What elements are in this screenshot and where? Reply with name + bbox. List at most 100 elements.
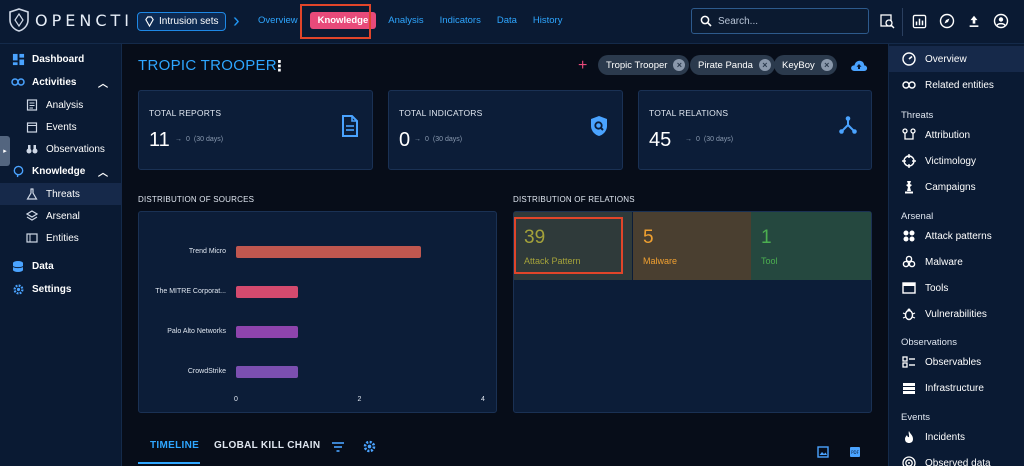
fire-icon: [901, 429, 917, 445]
alias-label: Tropic Trooper: [606, 59, 668, 71]
tab-overview[interactable]: Overview: [250, 12, 306, 29]
search-history-icon[interactable]: [877, 11, 897, 31]
search-icon: [700, 15, 712, 27]
chevron-up-icon[interactable]: ︿: [98, 164, 108, 179]
rnav-item-observed-data[interactable]: Observed data: [889, 450, 1024, 466]
report-icon: [341, 115, 359, 137]
sidebar-item-entities[interactable]: Entities: [0, 227, 122, 249]
tab-analysis[interactable]: Analysis: [380, 12, 431, 29]
rnav-item-attribution[interactable]: Attribution: [889, 122, 1024, 148]
diamond-icon: [145, 16, 154, 27]
bar-category-label: Palo Alto Networks: [167, 328, 226, 335]
rnav-item-vulnerabilities[interactable]: Vulnerabilities: [889, 301, 1024, 327]
add-alias-icon[interactable]: +: [578, 57, 587, 75]
remove-alias-icon[interactable]: ×: [820, 59, 833, 71]
page-title: TROPIC TROOPER: [138, 57, 277, 74]
analysis-icon: [25, 98, 39, 112]
account-icon[interactable]: [991, 11, 1011, 31]
sidebar-item-analysis[interactable]: Analysis: [0, 94, 122, 116]
sidebar-item-label: Entities: [46, 232, 79, 244]
rnav-label: Attack patterns: [925, 230, 992, 242]
indicator-shield-icon: [589, 115, 609, 137]
stat-label: TOTAL INDICATORS: [399, 108, 483, 118]
rnav-item-related-entities[interactable]: Related entities: [889, 72, 1024, 98]
entity-type-chip[interactable]: Intrusion sets: [137, 12, 227, 31]
dashboard-chart-icon[interactable]: [909, 11, 929, 31]
stat-value: 11: [149, 129, 170, 151]
tab-history[interactable]: History: [525, 12, 571, 29]
export-image-icon[interactable]: [817, 446, 829, 458]
logo[interactable]: OPENCTI: [8, 8, 133, 32]
tab-data[interactable]: Data: [489, 12, 525, 29]
sidebar-item-label: Activities: [32, 76, 77, 88]
gear-icon: [11, 282, 25, 296]
alias-label: Pirate Panda: [698, 59, 753, 71]
sidebar-item-data[interactable]: Data: [0, 255, 122, 277]
bar[interactable]: [236, 326, 298, 338]
rnav-item-incidents[interactable]: Incidents: [889, 424, 1024, 450]
sidebar-item-arsenal[interactable]: Arsenal: [0, 205, 122, 227]
bar[interactable]: [236, 366, 298, 378]
remove-alias-icon[interactable]: ×: [758, 59, 771, 71]
export-pdf-icon[interactable]: PDF: [849, 446, 861, 458]
sidebar-item-knowledge[interactable]: Knowledge ︿: [0, 160, 122, 182]
rnav-item-tools[interactable]: Tools: [889, 275, 1024, 301]
more-vert-icon[interactable]: ⋮: [272, 57, 287, 75]
rnav-item-observables[interactable]: Observables: [889, 349, 1024, 375]
treemap-label: Tool: [761, 256, 778, 266]
rnav-item-victimology[interactable]: Victimology: [889, 148, 1024, 174]
compass-icon[interactable]: [937, 11, 957, 31]
bar[interactable]: [236, 246, 422, 258]
rnav-item-campaigns[interactable]: Campaigns: [889, 174, 1024, 200]
sidebar-item-events[interactable]: Events: [0, 116, 122, 138]
treemap-cell-malware[interactable]: 5 Malware: [633, 212, 751, 280]
sidebar-item-activities[interactable]: Activities ︿: [0, 71, 122, 93]
treemap-cell-tool[interactable]: 1 Tool: [751, 212, 871, 280]
sources-section-title: DISTRIBUTION OF SOURCES: [138, 195, 255, 204]
rnav-label: Malware: [925, 256, 963, 268]
rnav-item-overview[interactable]: Overview: [889, 46, 1024, 72]
rnav-label: Victimology: [925, 155, 976, 167]
sidebar-item-label: Data: [32, 260, 54, 272]
stat-label: TOTAL REPORTS: [149, 108, 222, 118]
tab-global-kill-chain[interactable]: GLOBAL KILL CHAIN: [214, 440, 320, 451]
remove-alias-icon[interactable]: ×: [673, 59, 686, 71]
rnav-item-malware[interactable]: Malware: [889, 249, 1024, 275]
rnav-label: Campaigns: [925, 181, 976, 193]
filter-icon[interactable]: [331, 441, 345, 453]
sidebar-item-dashboard[interactable]: Dashboard: [0, 48, 122, 70]
rnav-item-infrastructure[interactable]: Infrastructure: [889, 375, 1024, 401]
sidebar-item-label: Events: [46, 121, 77, 133]
treemap-label: Malware: [643, 256, 678, 266]
sidebar-item-threats[interactable]: Threats: [0, 183, 122, 205]
alias-chip[interactable]: Pirate Panda ×: [690, 55, 775, 75]
search-box[interactable]: [691, 8, 869, 34]
sidebar-collapse-handle[interactable]: ▸: [0, 136, 10, 166]
rnav-section-arsenal: Arsenal: [901, 211, 934, 222]
sidebar-item-observations[interactable]: Observations: [0, 138, 122, 160]
layers-icon: [25, 209, 39, 223]
settings-gear-icon[interactable]: [362, 439, 377, 454]
rnav-item-attack-patterns[interactable]: Attack patterns: [889, 223, 1024, 249]
search-input[interactable]: [718, 15, 858, 27]
tab-indicators[interactable]: Indicators: [432, 12, 489, 29]
sidebar-item-settings[interactable]: Settings: [0, 278, 122, 300]
rnav-section-events: Events: [901, 412, 931, 423]
upload-icon[interactable]: [964, 11, 984, 31]
alias-chip[interactable]: KeyBoy ×: [774, 55, 837, 75]
chevron-up-icon[interactable]: ︿: [98, 75, 108, 90]
activities-icon: [11, 75, 25, 89]
relations-icon: [838, 115, 858, 135]
stat-card-indicators: TOTAL INDICATORS 0 → 0 (30 days): [388, 90, 623, 170]
cloud-refresh-icon[interactable]: [850, 59, 868, 72]
bar[interactable]: [236, 286, 298, 298]
events-icon: [25, 120, 39, 134]
alias-label: KeyBoy: [782, 59, 815, 71]
top-bar: OPENCTI Intrusion sets › Overview Knowle…: [0, 0, 1024, 44]
alias-chip[interactable]: Tropic Trooper ×: [598, 55, 690, 75]
tab-timeline[interactable]: TIMELINE: [150, 440, 199, 451]
entities-icon: [25, 231, 39, 245]
logo-text: OPENCTI: [35, 10, 133, 30]
opencti-logo-icon: [9, 8, 29, 32]
treemap-value: 1: [761, 227, 772, 248]
